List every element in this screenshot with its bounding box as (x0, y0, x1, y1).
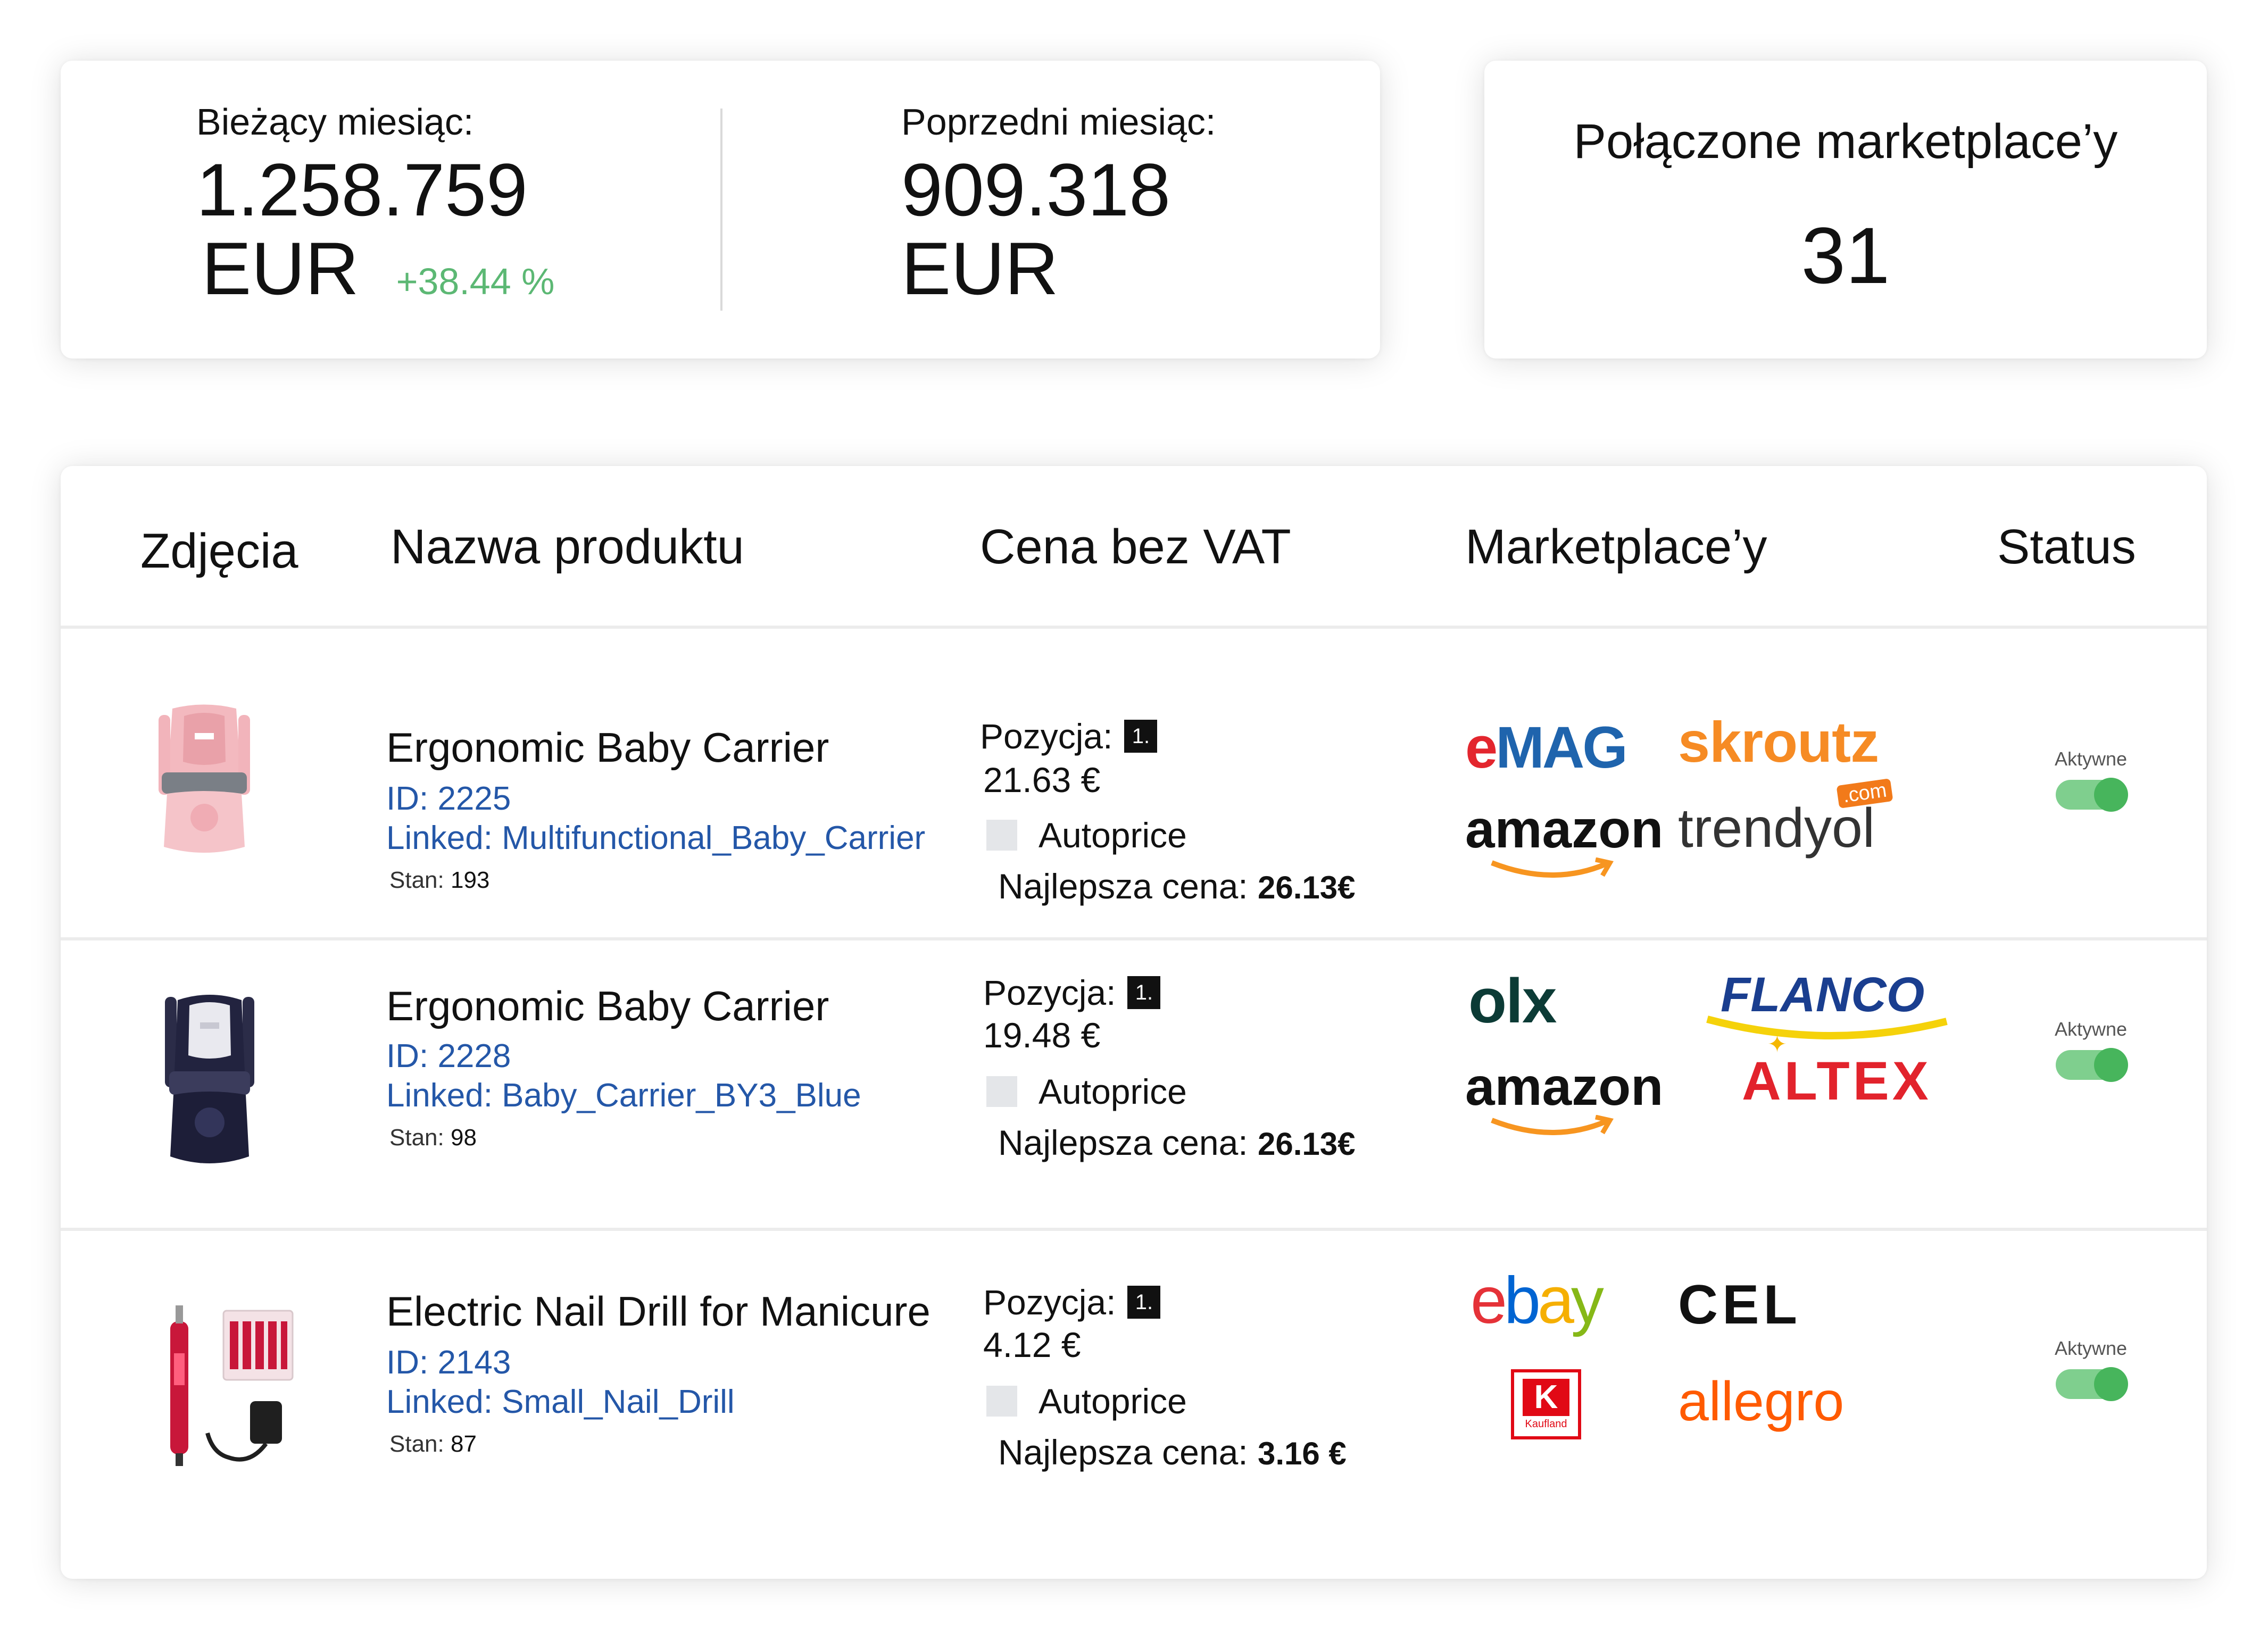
amazon-logo[interactable]: amazon (1465, 1056, 1663, 1135)
status-label: Aktywne (2054, 1018, 2128, 1040)
best-price-value: 26.13€ (1257, 870, 1356, 905)
best-price-value: 3.16 € (1257, 1436, 1347, 1471)
product-linked-link[interactable]: Linked: Multifunctional_Baby_Carrier (386, 819, 925, 857)
product-id[interactable]: ID: 2143 (386, 1344, 511, 1381)
kaufland-logo[interactable]: K Kaufland (1511, 1369, 1581, 1439)
status-toggle[interactable]: Aktywne (2043, 1337, 2139, 1401)
previous-month-label: Poprzedni miesiąc: (901, 101, 1216, 143)
trendyol-com-badge: .com (1836, 778, 1893, 809)
position-label: Pozycja: (983, 1283, 1116, 1322)
stock-label: Stan: (389, 867, 444, 893)
current-month-label: Bieżący miesiąc: (196, 101, 474, 143)
autoprice-toggle[interactable]: Autoprice (986, 815, 1187, 855)
best-price-label: Najlepsza cena: (998, 1123, 1248, 1162)
status-label: Aktywne (2054, 748, 2128, 770)
connected-marketplaces-count: 31 (1801, 211, 1890, 300)
column-header-photos: Zdjęcia (140, 524, 298, 578)
column-header-price: Cena bez VAT (980, 520, 1291, 574)
status-toggle[interactable]: Aktywne (2043, 748, 2139, 812)
sales-stats-card: Bieżący miesiąc: 1.258.759 EUR +38.44 % … (61, 61, 1380, 359)
table-row[interactable]: Ergonomic Baby Carrier ID: 2225 Linked: … (61, 629, 2207, 937)
current-month-stat: Bieżący miesiąc: 1.258.759 EUR +38.44 % (196, 98, 554, 309)
altex-logo[interactable]: ALTEX ✦ (1742, 1031, 1932, 1112)
month-change-percent: +38.44 % (396, 261, 555, 303)
price-value: 19.48 € (983, 1015, 1101, 1055)
flanco-logo[interactable]: FLANCO (1705, 967, 1955, 1047)
status-label: Aktywne (2054, 1337, 2128, 1359)
nail-drill-image (170, 1305, 294, 1466)
skroutz-logo[interactable]: skroutz (1678, 709, 1879, 775)
price-value: 21.63 € (983, 760, 1101, 800)
connected-marketplaces-card: Połączone marketplace’y 31 (1484, 61, 2207, 359)
status-switch[interactable] (2056, 1367, 2128, 1401)
previous-month-value: 909.318 (901, 148, 1171, 231)
autoprice-label: Autoprice (1039, 1381, 1187, 1421)
autoprice-toggle[interactable]: Autoprice (986, 1381, 1187, 1421)
stock-label: Stan: (389, 1431, 444, 1457)
autoprice-label: Autoprice (1039, 815, 1187, 855)
olx-logo[interactable]: olx (1468, 965, 1557, 1037)
stock-label: Stan: (389, 1125, 444, 1151)
autoprice-checkbox[interactable] (986, 1076, 1017, 1107)
best-price-label: Najlepsza cena: (998, 1433, 1248, 1472)
autoprice-checkbox[interactable] (986, 1386, 1017, 1417)
position-label: Pozycja: (983, 973, 1116, 1012)
stock-value: 87 (450, 1431, 477, 1457)
amazon-logo[interactable]: amazon (1465, 799, 1663, 878)
autoprice-toggle[interactable]: Autoprice (986, 1071, 1187, 1112)
pink-baby-carrier-image (159, 704, 250, 853)
best-price-value: 26.13€ (1257, 1126, 1356, 1162)
table-row[interactable]: Electric Nail Drill for Manicure ID: 214… (61, 1231, 2207, 1561)
allegro-logo[interactable]: allegro (1678, 1370, 1844, 1434)
product-name[interactable]: Ergonomic Baby Carrier (386, 982, 829, 1030)
position-label: Pozycja: (980, 717, 1113, 756)
stock-value: 98 (450, 1125, 477, 1151)
product-linked-link[interactable]: Linked: Baby_Carrier_BY3_Blue (386, 1077, 861, 1114)
position-badge: 1. (1127, 1286, 1161, 1319)
previous-month-currency: EUR (901, 227, 1059, 311)
table-row[interactable]: Ergonomic Baby Carrier ID: 2228 Linked: … (61, 940, 2207, 1228)
position-badge: 1. (1124, 720, 1158, 753)
product-name[interactable]: Electric Nail Drill for Manicure (386, 1287, 931, 1336)
ebay-logo[interactable]: ebay (1471, 1263, 1604, 1338)
column-header-status: Status (1997, 520, 2136, 574)
column-header-name: Nazwa produktu (391, 520, 744, 574)
navy-baby-carrier-image (165, 995, 254, 1163)
autoprice-label: Autoprice (1039, 1072, 1187, 1111)
best-price-label: Najlepsza cena: (998, 867, 1248, 906)
autoprice-checkbox[interactable] (986, 820, 1017, 851)
current-month-currency: EUR (202, 227, 359, 311)
trendyol-logo[interactable]: trendyol .com (1678, 778, 1893, 860)
stock-value: 193 (450, 867, 490, 893)
stats-divider (720, 109, 722, 311)
product-id[interactable]: ID: 2228 (386, 1037, 511, 1075)
product-linked-link[interactable]: Linked: Small_Nail_Drill (386, 1383, 735, 1421)
product-name[interactable]: Ergonomic Baby Carrier (386, 723, 829, 772)
product-table: Zdjęcia Nazwa produktu Cena bez VAT Mark… (61, 466, 2207, 1579)
status-toggle[interactable]: Aktywne (2043, 1018, 2139, 1082)
cel-logo[interactable]: CEL (1678, 1273, 1801, 1337)
column-header-marketplaces: Marketplace’y (1465, 520, 1767, 574)
product-id[interactable]: ID: 2225 (386, 780, 511, 818)
emag-logo[interactable]: eMAG (1465, 714, 1628, 781)
current-month-value: 1.258.759 (196, 148, 528, 231)
price-value: 4.12 € (983, 1325, 1081, 1364)
position-badge: 1. (1127, 976, 1161, 1009)
connected-marketplaces-title: Połączone marketplace’y (1573, 114, 2118, 169)
status-switch[interactable] (2056, 778, 2128, 812)
previous-month-stat: Poprzedni miesiąc: 909.318 EUR (901, 98, 1216, 309)
status-switch[interactable] (2056, 1048, 2128, 1082)
